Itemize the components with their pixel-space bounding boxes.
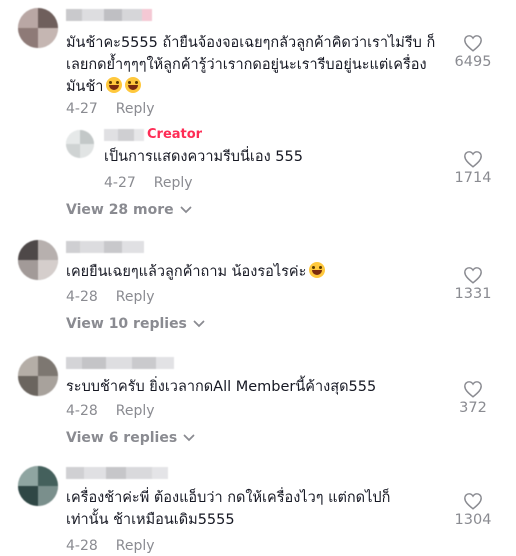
reply-button[interactable]: Reply xyxy=(116,289,155,305)
heart-outline-icon xyxy=(464,267,482,284)
like-count: 6495 xyxy=(454,54,492,70)
chevron-down-icon xyxy=(193,320,205,328)
heart-outline-icon xyxy=(464,35,482,52)
like-count: 1304 xyxy=(454,512,492,528)
reply-item: Creator เป็นการแสดงความรีบนี่เอง 555 4-2… xyxy=(0,124,516,194)
chevron-down-icon xyxy=(180,206,192,214)
username-blurred[interactable] xyxy=(104,129,144,141)
avatar[interactable] xyxy=(18,8,58,48)
avatar[interactable] xyxy=(18,466,58,506)
reply-button[interactable]: Reply xyxy=(154,175,193,191)
like-count: 372 xyxy=(459,400,487,416)
comment-date: 4-27 xyxy=(104,175,136,191)
comment-meta: 4-27 Reply xyxy=(104,175,193,191)
comment-item: เคยยืนเฉยๆแล้วลูกค้าถาม น้องรอไรค่ะ 4-28… xyxy=(0,236,516,316)
heart-outline-icon xyxy=(464,493,482,510)
like-button[interactable]: 372 xyxy=(443,380,503,416)
avatar[interactable] xyxy=(66,130,94,158)
comment-text: เคยยืนเฉยๆแล้วลูกค้าถาม น้องรอไรค่ะ xyxy=(66,261,456,283)
heart-outline-icon xyxy=(464,381,482,398)
comment-text: เครื่องช้าค่ะพี่ ต้องแอ็บว่า กดให้เครื่อ… xyxy=(66,490,391,528)
username-blurred[interactable] xyxy=(66,9,152,21)
comment-text: เป็นการแสดงความรีบนี่เอง 555 xyxy=(104,149,303,165)
comment-meta: 4-28 Reply xyxy=(66,289,155,305)
comment-date: 4-28 xyxy=(66,538,98,554)
view-more-replies[interactable]: View 28 more xyxy=(66,202,192,218)
comment-text: ระบบช้าครับ ยิ่งเวลากดAll Memberนี้ค้างส… xyxy=(66,379,377,395)
like-count: 1714 xyxy=(454,170,492,186)
comment-text: มันช้าคะ5555 ถ้ายืนจ้องจอเฉยๆกลัวลูกค้าค… xyxy=(66,35,436,95)
comment-meta: 4-28 Reply xyxy=(66,538,155,554)
username-blurred[interactable] xyxy=(66,357,174,369)
reply-button[interactable]: Reply xyxy=(116,538,155,554)
tears-of-joy-emoji xyxy=(309,262,326,278)
comment-meta: 4-27 Reply xyxy=(66,101,155,117)
heart-outline-icon xyxy=(464,151,482,168)
like-button[interactable]: 1304 xyxy=(443,492,503,528)
like-button[interactable]: 1714 xyxy=(443,150,503,186)
reply-button[interactable]: Reply xyxy=(116,101,155,117)
tears-of-joy-emoji xyxy=(106,77,123,93)
like-count: 1331 xyxy=(454,286,492,302)
avatar[interactable] xyxy=(18,356,58,396)
like-button[interactable]: 6495 xyxy=(443,34,503,70)
comment-meta: 4-28 Reply xyxy=(66,403,155,419)
comment-item: เครื่องช้าค่ะพี่ ต้องแอ็บว่า กดให้เครื่อ… xyxy=(0,462,516,556)
comment-date: 4-28 xyxy=(66,289,98,305)
comment-date: 4-27 xyxy=(66,101,98,117)
like-button[interactable]: 1331 xyxy=(443,266,503,302)
username-blurred[interactable] xyxy=(66,241,144,253)
comment-item: มันช้าคะ5555 ถ้ายืนจ้องจอเฉยๆกลัวลูกค้าค… xyxy=(0,0,516,120)
tears-of-joy-emoji xyxy=(125,77,142,93)
reply-button[interactable]: Reply xyxy=(116,403,155,419)
comment-date: 4-28 xyxy=(66,403,98,419)
avatar[interactable] xyxy=(18,240,58,280)
username-blurred[interactable] xyxy=(66,467,168,479)
view-more-replies[interactable]: View 6 replies xyxy=(66,430,195,446)
chevron-down-icon xyxy=(183,434,195,442)
creator-badge: Creator xyxy=(147,127,203,142)
view-more-replies[interactable]: View 10 replies xyxy=(66,316,205,332)
comment-item: ระบบช้าครับ ยิ่งเวลากดAll Memberนี้ค้างส… xyxy=(0,352,516,427)
